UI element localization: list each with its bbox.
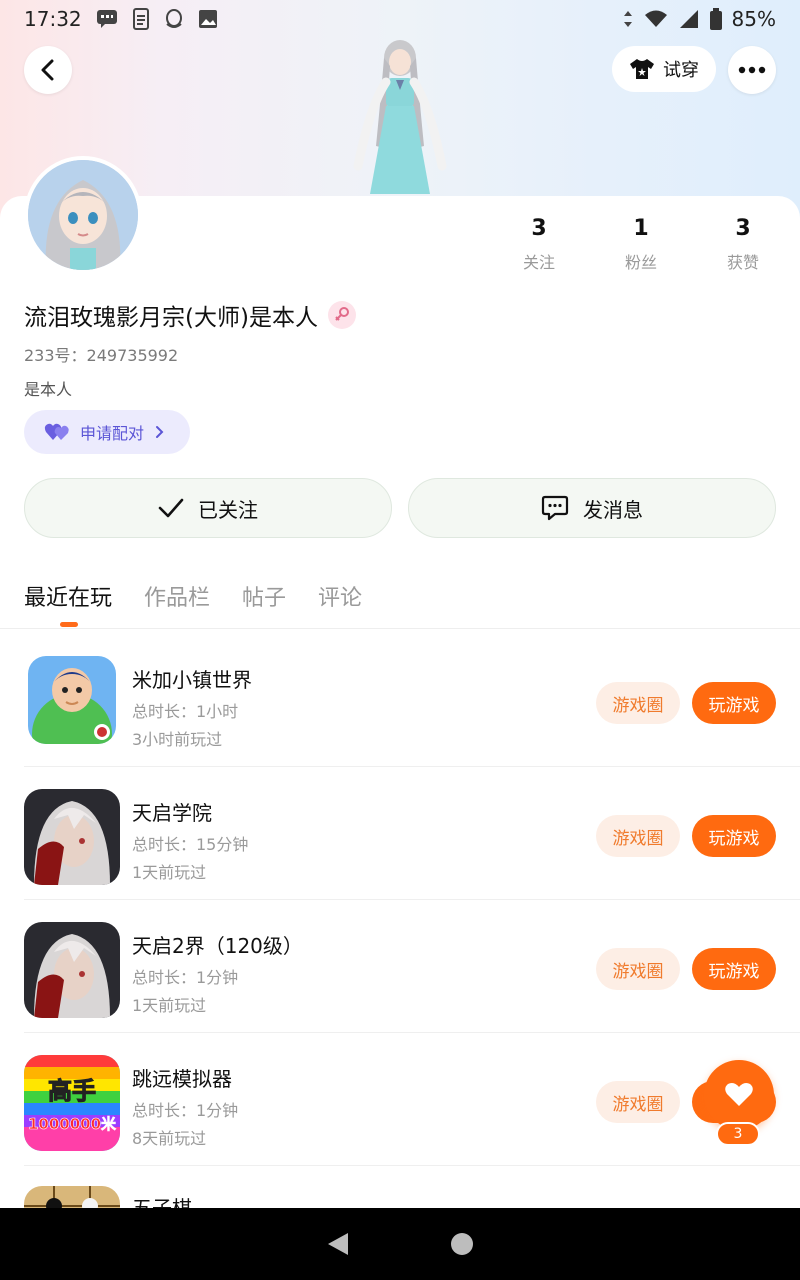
tshirt-icon xyxy=(630,59,654,79)
game-icon-miga[interactable] xyxy=(28,656,116,744)
data-arrows-icon xyxy=(623,11,632,27)
profile-avatar[interactable] xyxy=(24,156,142,274)
qq-icon xyxy=(165,9,182,28)
tryon-button[interactable]: 试穿 xyxy=(612,46,716,92)
active-tab-indicator xyxy=(60,622,78,627)
send-message-button[interactable]: 发消息 xyxy=(408,478,776,538)
apply-match-button[interactable]: 申请配对 xyxy=(24,410,190,454)
back-chevron-icon xyxy=(41,59,54,81)
game-icon-gomoku[interactable] xyxy=(24,1186,120,1208)
user-id: 233号：249735992 xyxy=(24,346,179,365)
game-circle-button[interactable]: 游戏圈 xyxy=(596,815,680,857)
game-name: 天启2界（120级） xyxy=(132,934,303,958)
like-fab-button[interactable] xyxy=(704,1060,774,1130)
tryon-label: 试穿 xyxy=(663,60,699,81)
nav-back-icon[interactable] xyxy=(326,1231,350,1257)
jump-icon-title: 高手 xyxy=(48,1077,96,1105)
stat-following-value: 3 xyxy=(531,216,547,241)
wifi-icon xyxy=(644,10,667,27)
user-bio: 是本人 xyxy=(24,380,73,399)
stat-likes-label: 获赞 xyxy=(726,253,759,272)
game-row[interactable]: 高手 1000000米 跳远模拟器 总时长：1分钟 8天前玩过 游戏圈 玩游戏 xyxy=(24,1033,800,1166)
stat-likes-value: 3 xyxy=(735,216,751,241)
game-duration: 总时长：1分钟 xyxy=(132,968,239,987)
stat-likes[interactable]: 3 获赞 xyxy=(692,216,794,273)
game-icon-tianqi2[interactable] xyxy=(24,922,120,1018)
tab-posts[interactable]: 帖子 xyxy=(242,580,286,612)
stat-fans[interactable]: 1 粉丝 xyxy=(590,216,692,273)
image-icon xyxy=(198,10,217,28)
send-message-label: 发消息 xyxy=(583,497,643,522)
game-duration: 总时长：1分钟 xyxy=(132,1101,239,1120)
status-time: 17:32 xyxy=(24,7,82,31)
more-button[interactable] xyxy=(728,46,776,94)
avatar-portrait xyxy=(28,160,138,270)
profile-stats: 3 关注 1 粉丝 3 获赞 xyxy=(488,216,800,273)
back-button[interactable] xyxy=(24,46,72,94)
more-dots-icon xyxy=(738,66,766,74)
game-icon-jump[interactable]: 高手 1000000米 xyxy=(24,1055,120,1151)
username-row: 流泪玫瑰影月宗(大师)是本人 xyxy=(24,298,356,332)
game-name: 五子棋 xyxy=(132,1196,192,1208)
game-circle-button[interactable]: 游戏圈 xyxy=(596,1081,680,1123)
document-icon xyxy=(132,8,149,30)
chevron-right-icon xyxy=(156,426,164,438)
game-duration: 总时长：1小时 xyxy=(132,702,239,721)
game-row[interactable]: 五子棋 xyxy=(24,1166,800,1208)
check-icon xyxy=(158,498,184,518)
game-row[interactable]: 天启2界（120级） 总时长：1分钟 1天前玩过 游戏圈 玩游戏 xyxy=(24,900,800,1033)
game-last-played: 3小时前玩过 xyxy=(132,730,223,749)
nav-home-icon[interactable] xyxy=(450,1232,474,1256)
tab-comments[interactable]: 评论 xyxy=(318,580,362,612)
stat-fans-value: 1 xyxy=(633,216,649,241)
game-row[interactable]: 天启学院 总时长：15分钟 1天前玩过 游戏圈 玩游戏 xyxy=(24,767,800,900)
heart-icon xyxy=(725,1083,753,1106)
apply-match-label: 申请配对 xyxy=(80,424,145,443)
battery-percent: 85% xyxy=(731,7,776,31)
profile-tabs: 最近在玩 作品栏 帖子 评论 xyxy=(24,580,362,612)
game-circle-button[interactable]: 游戏圈 xyxy=(596,948,680,990)
battery-icon xyxy=(709,8,722,30)
game-name: 天启学院 xyxy=(132,801,212,825)
signal-icon xyxy=(679,10,698,28)
game-last-played: 8天前玩过 xyxy=(132,1129,207,1148)
followed-button[interactable]: 已关注 xyxy=(24,478,392,538)
avatar-3d-figure[interactable] xyxy=(340,36,460,196)
game-name: 米加小镇世界 xyxy=(132,668,252,692)
chat-bubble-icon xyxy=(541,495,569,521)
stat-following-label: 关注 xyxy=(522,253,555,272)
double-heart-icon xyxy=(44,423,69,440)
game-row[interactable]: 米加小镇世界 总时长：1小时 3小时前玩过 游戏圈 玩游戏 xyxy=(24,634,800,767)
message-icon xyxy=(96,10,117,28)
female-gender-icon xyxy=(327,301,356,329)
game-icon-tianqi[interactable] xyxy=(24,789,120,885)
username: 流泪玫瑰影月宗(大师)是本人 xyxy=(24,305,318,331)
tabs-divider xyxy=(0,628,800,629)
like-count-badge: 3 xyxy=(716,1122,760,1146)
jump-icon-subtitle: 1000000米 xyxy=(28,1115,117,1133)
stat-fans-label: 粉丝 xyxy=(624,253,657,272)
game-name: 跳远模拟器 xyxy=(132,1067,232,1091)
play-game-button[interactable]: 玩游戏 xyxy=(692,815,776,857)
game-last-played: 1天前玩过 xyxy=(132,996,207,1015)
game-circle-button[interactable]: 游戏圈 xyxy=(596,682,680,724)
play-game-button[interactable]: 玩游戏 xyxy=(692,682,776,724)
stat-following[interactable]: 3 关注 xyxy=(488,216,590,273)
game-last-played: 1天前玩过 xyxy=(132,863,207,882)
followed-label: 已关注 xyxy=(198,497,258,522)
game-duration: 总时长：15分钟 xyxy=(132,835,249,854)
play-game-button[interactable]: 玩游戏 xyxy=(692,948,776,990)
system-navigation-bar xyxy=(0,1208,800,1280)
status-bar: 17:32 85% xyxy=(0,0,800,38)
tab-recent-play[interactable]: 最近在玩 xyxy=(24,580,112,612)
tab-works[interactable]: 作品栏 xyxy=(144,580,210,612)
